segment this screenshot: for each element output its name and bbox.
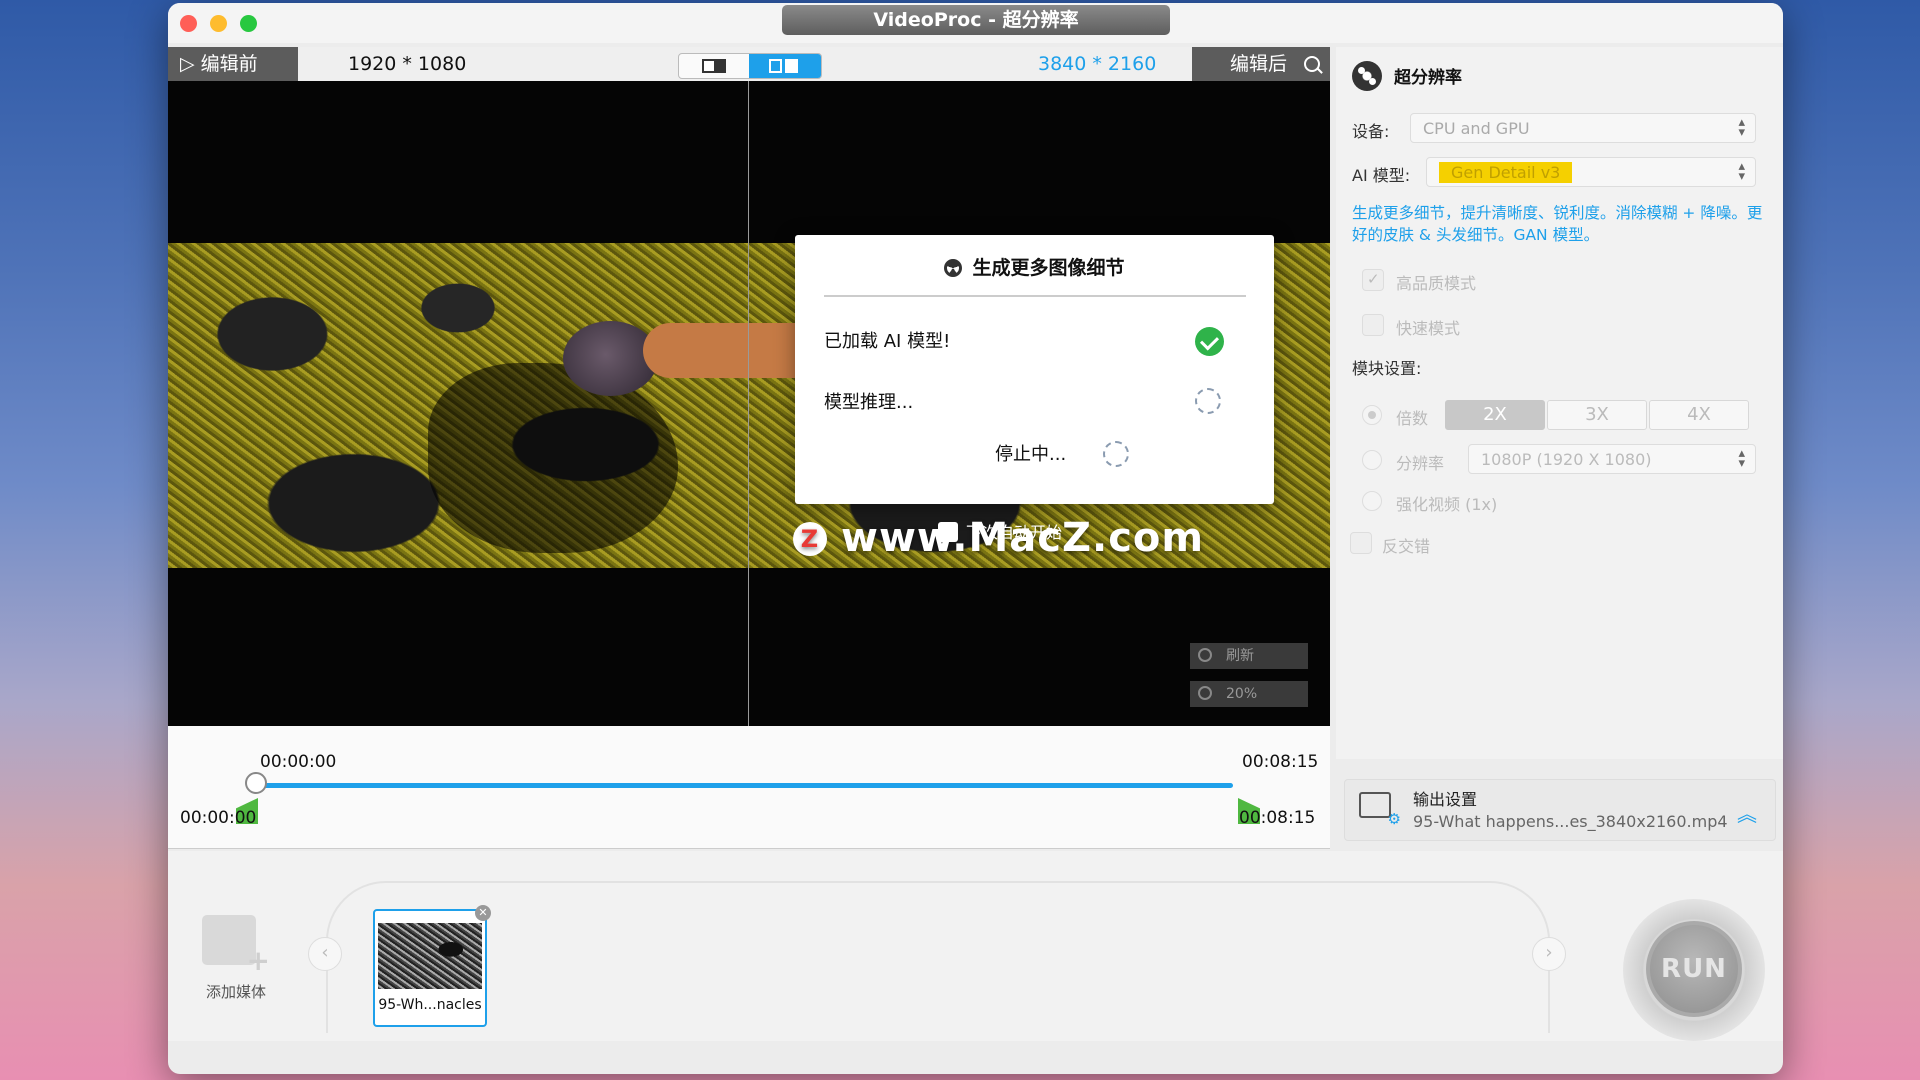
output-settings[interactable]: 输出设置 95-What happens...es_3840x2160.mp4 … <box>1344 779 1776 841</box>
before-frame <box>168 243 748 568</box>
close-window-button[interactable] <box>180 15 197 32</box>
scroll-left-button[interactable]: ‹ <box>308 937 342 971</box>
settings-panel: 超分辨率 设备: CPU and GPU ▴ ▾ AI 模型: Gen Detail… <box>1336 47 1783 759</box>
zoom-icon <box>1198 686 1212 700</box>
scale-4x-button[interactable]: 4X <box>1649 400 1749 430</box>
enhance-radio[interactable] <box>1362 491 1382 511</box>
source-resolution: 1920 * 1080 <box>348 53 467 75</box>
dialog-divider <box>824 295 1246 297</box>
after-edit-label: 编辑后 <box>1230 53 1288 75</box>
resolution-label: 分辨率 <box>1396 454 1445 473</box>
timeline: 00:00:00 00:08:15 00:00:00 00:08:15 <box>168 726 1330 849</box>
deinterlace-checkbox[interactable] <box>1350 532 1372 554</box>
scale-label: 倍数 <box>1396 409 1429 428</box>
scroll-right-button[interactable]: › <box>1532 937 1566 971</box>
high-quality-label: 高品质模式 <box>1396 274 1477 293</box>
chevron-updown-icon: ▴ ▾ <box>1738 115 1745 140</box>
aperture-icon <box>944 259 963 277</box>
module-settings-label: 模块设置: <box>1352 359 1422 378</box>
remove-clip-icon[interactable]: ✕ <box>475 905 491 921</box>
zoom-button[interactable]: 20% <box>1190 681 1308 707</box>
preview-header: ▷ 编辑前 1920 * 1080 3840 * 2160 编辑后 <box>168 47 1330 81</box>
model-loaded-status: 已加载 AI 模型! <box>824 331 951 352</box>
output-resolution: 3840 * 2160 <box>1038 53 1157 75</box>
chevron-updown-icon: ▴ ▾ <box>1738 446 1745 471</box>
window-title: VideoProc - 超分辨率 <box>782 5 1170 35</box>
watermark-logo: Z <box>793 522 827 556</box>
split-view-icon <box>769 59 799 73</box>
scale-2x-button[interactable]: 2X <box>1445 400 1545 430</box>
minimize-window-button[interactable] <box>210 15 227 32</box>
chevron-up-icon[interactable]: ︽ <box>1737 798 1757 827</box>
device-label: 设备: <box>1352 122 1390 141</box>
ai-model-label: AI 模型: <box>1352 166 1411 185</box>
video-start-time: 00:00:00 <box>180 808 257 828</box>
scale-3x-button[interactable]: 3X <box>1547 400 1647 430</box>
output-settings-icon <box>1359 792 1401 828</box>
output-filename: 95-What happens...es_3840x2160.mp4 <box>1413 812 1728 831</box>
magnifier-icon[interactable] <box>1304 56 1320 72</box>
device-select[interactable]: CPU and GPU ▴ ▾ <box>1410 113 1756 143</box>
video-end-time: 00:08:15 <box>1239 808 1316 828</box>
zoom-label: 20% <box>1226 686 1258 702</box>
title-bar: VideoProc - 超分辨率 <box>168 3 1783 43</box>
chevron-updown-icon: ▴ ▾ <box>1738 159 1745 184</box>
refresh-button[interactable]: 刷新 <box>1190 643 1308 669</box>
deinterlace-label: 反交错 <box>1382 537 1431 556</box>
single-view-button[interactable] <box>679 54 749 78</box>
panel-title: 超分辨率 <box>1352 61 1462 93</box>
ai-model-select[interactable]: Gen Detail v3 ▴ ▾ <box>1426 157 1756 187</box>
scale-radio[interactable] <box>1362 405 1382 425</box>
high-quality-checkbox[interactable] <box>1362 269 1384 291</box>
fast-mode-label: 快速模式 <box>1396 319 1461 338</box>
before-edit-tab[interactable]: ▷ 编辑前 <box>168 47 298 81</box>
clip-thumbnail <box>378 923 482 989</box>
loading-spinner-icon <box>1195 388 1221 414</box>
timeline-track[interactable] <box>258 783 1233 788</box>
single-view-icon <box>702 59 726 73</box>
trim-end-time: 00:08:15 <box>1242 752 1319 772</box>
split-view-button[interactable] <box>749 54 821 78</box>
playhead[interactable] <box>245 772 267 794</box>
stopping-spinner-icon <box>1103 441 1129 467</box>
refresh-label: 刷新 <box>1226 648 1254 664</box>
app-window: VideoProc - 超分辨率 ▷ 编辑前 1920 * 1080 3840 … <box>168 3 1783 1074</box>
after-edit-tab[interactable]: 编辑后 <box>1192 47 1330 81</box>
media-tray <box>326 881 1550 1033</box>
auto-start-box[interactable] <box>938 522 958 542</box>
resolution-radio[interactable] <box>1362 450 1382 470</box>
compare-divider[interactable] <box>748 81 749 726</box>
model-description: 生成更多细节，提升清晰度、锐利度。消除模糊 + 降噪。更好的皮肤 & 头发细节。… <box>1352 204 1763 244</box>
run-button[interactable]: RUN <box>1646 921 1742 1017</box>
stopping-status: 停止中... <box>995 444 1067 465</box>
view-mode-toggle <box>678 53 822 79</box>
add-media-button[interactable] <box>202 915 270 977</box>
progress-dialog: 生成更多图像细节 已加载 AI 模型! 模型推理... 停止中... <box>795 235 1274 504</box>
auto-start-checkbox[interactable]: 下次自动开始 <box>938 519 1062 543</box>
media-clip[interactable]: ✕ 95-Wh...nacles <box>373 905 491 1027</box>
checkmark-icon <box>1195 327 1224 356</box>
resolution-select[interactable]: 1080P (1920 X 1080) ▴ ▾ <box>1468 444 1756 474</box>
media-bar: 添加媒体 ‹ › ✕ 95-Wh...nacles RUN <box>168 851 1783 1041</box>
refresh-icon <box>1198 648 1212 662</box>
trim-start-time: 00:00:00 <box>260 752 337 772</box>
inference-status: 模型推理... <box>824 392 914 413</box>
enhance-label: 强化视频 (1x) <box>1396 495 1498 514</box>
add-media-label: 添加媒体 <box>206 983 267 1001</box>
dialog-title: 生成更多图像细节 <box>795 253 1274 280</box>
clip-name: 95-Wh...nacles <box>378 997 482 1013</box>
output-settings-title: 输出设置 <box>1413 790 1478 809</box>
add-video-icon <box>202 915 270 977</box>
zoom-window-button[interactable] <box>240 15 257 32</box>
film-reel-icon <box>1352 61 1382 91</box>
fast-mode-checkbox[interactable] <box>1362 314 1384 336</box>
